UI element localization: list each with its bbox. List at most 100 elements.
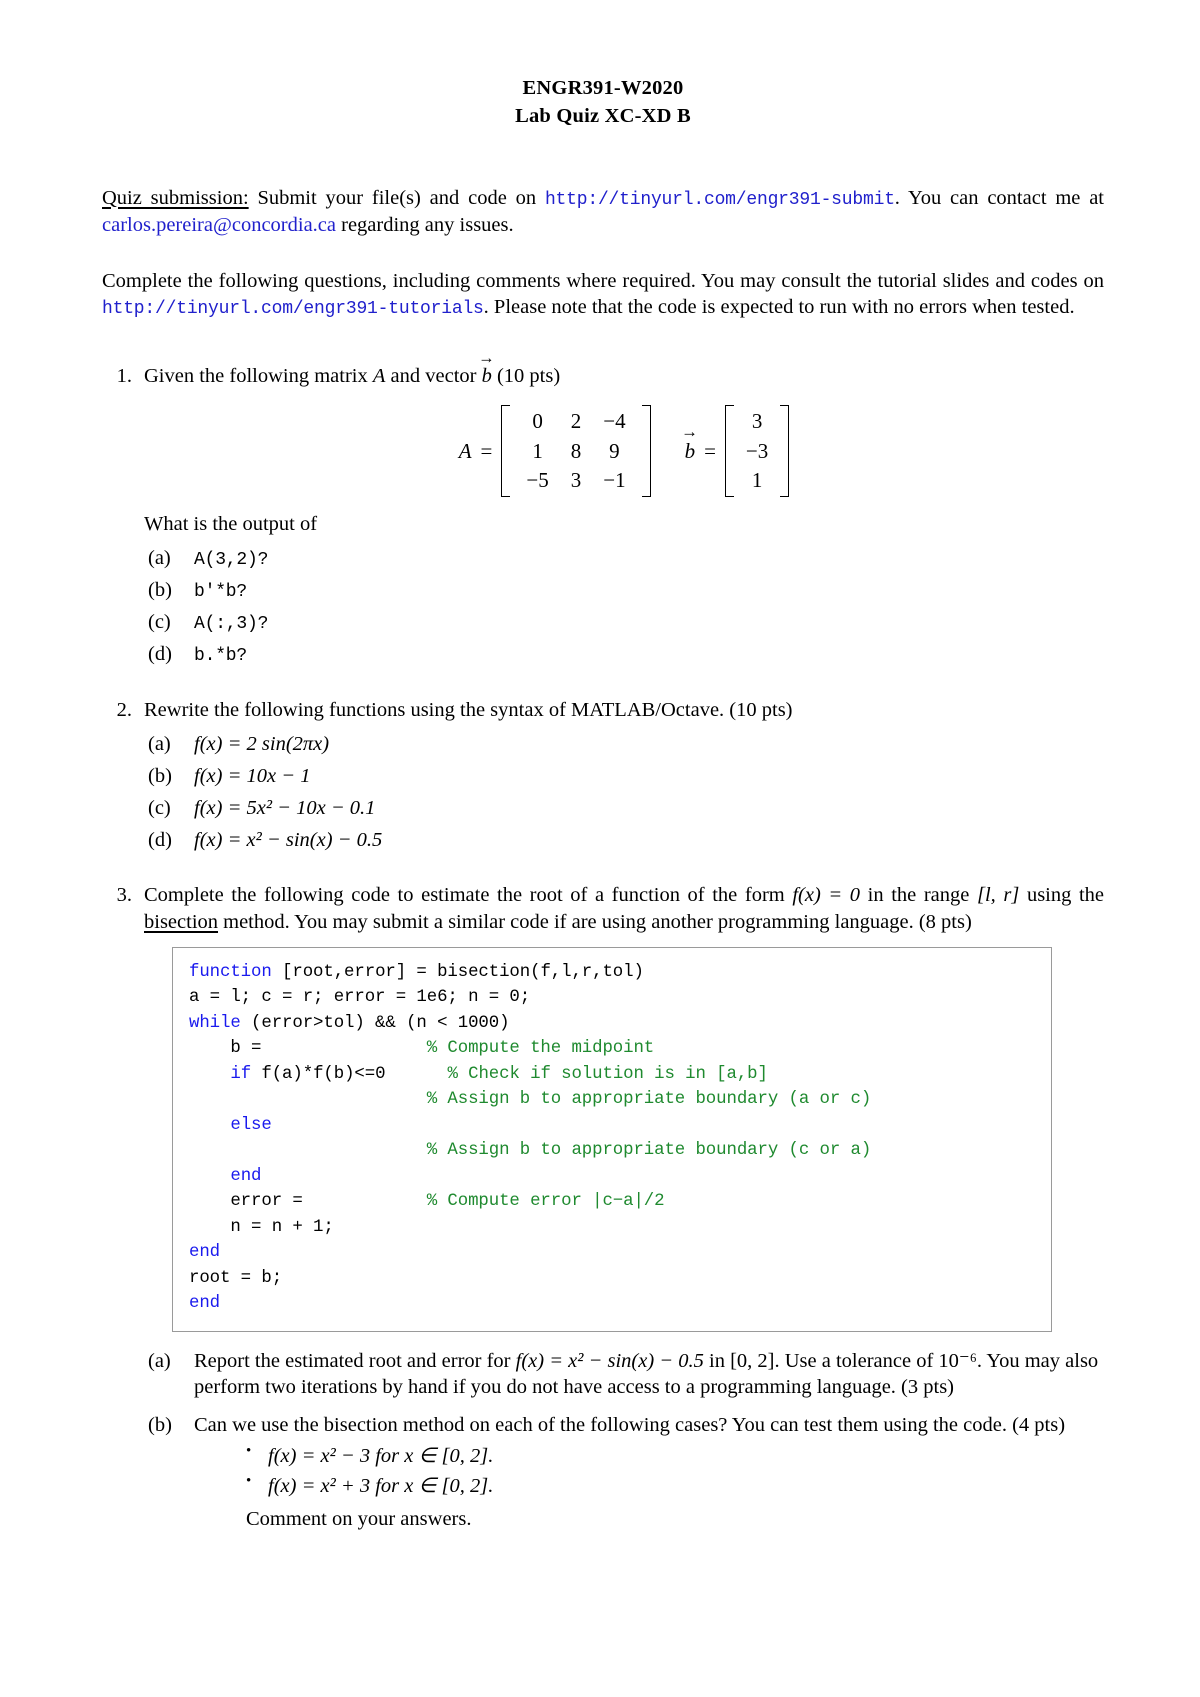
code-keyword-end-if: end <box>230 1166 262 1186</box>
quiz-name-line: Lab Quiz XC-XD B <box>515 105 691 128</box>
q2-item-c-formula: f(x) = 5x² − 10x − 0.1 <box>194 796 376 819</box>
q3-item-b: (b) Can we use the bisection method on e… <box>144 1412 1104 1532</box>
code-keyword-end-while: end <box>189 1243 221 1263</box>
matrix-cell: −5 <box>526 467 549 492</box>
instructor-email-link[interactable]: carlos.pereira@concordia.ca <box>102 214 336 236</box>
q3-equation-1: f(x) = 0 <box>792 884 861 907</box>
q1-item-d-code: b.*b? <box>194 646 248 667</box>
matrix-row: 0 2 −4 <box>515 407 636 436</box>
vector-b-symbol: b <box>482 363 492 389</box>
matrix-a-symbol: A <box>372 365 386 388</box>
q3-text-3: using the <box>1019 884 1105 907</box>
q3-text-2: in the range <box>860 884 977 907</box>
tutorials-url-link[interactable]: http://tinyurl.com/engr391-tutorials <box>102 299 484 319</box>
q2-item-b-formula: f(x) = 10x − 1 <box>194 765 311 788</box>
matrix-cell: 1 <box>532 438 543 463</box>
q1-item-c-letter: (c) <box>148 611 171 634</box>
instructions-text-1: Complete the following questions, includ… <box>102 269 1104 292</box>
q1-text-middle: and vector <box>385 365 482 388</box>
submission-paragraph: Quiz submission: Submit your file(s) and… <box>102 185 1104 238</box>
q3a-text-2: in [0, 2]. Use a tolerance of <box>703 1349 939 1372</box>
matrix-row: −3 <box>739 437 775 466</box>
matrix-cell: 3 <box>570 467 582 492</box>
vector-b-brackets: 3 −3 1 <box>724 405 790 498</box>
q1-item-b-code: b'*b? <box>194 582 248 603</box>
code-line-13: root = b; <box>189 1268 283 1288</box>
q3a-equation: f(x) = x² − sin(x) − 0.5 <box>515 1349 704 1372</box>
vector-b-label: b <box>685 438 696 465</box>
code-line-11: n = n + 1; <box>189 1217 334 1237</box>
matrix-a-equation: A = 0 2 −4 1 8 9 −5 3 −1 <box>459 405 651 498</box>
equals-sign: = <box>480 438 493 463</box>
question-1-statement: Given the following matrix A and vector … <box>144 363 1104 389</box>
code-comment-assign-ac: % Assign b to appropriate boundary (a or… <box>426 1090 872 1110</box>
matrix-cell: 9 <box>609 438 620 463</box>
code-line-3-rest: (error>tol) && (n < 1000) <box>240 1013 510 1033</box>
q1-item-a: (a) A(3,2)? <box>144 543 1104 575</box>
matrix-cell: 2 <box>570 409 582 434</box>
code-line-4: b = <box>189 1039 427 1059</box>
q3b-case-list: • f(x) = x² − 3 for x ∈ [0, 2]. • f(x) =… <box>194 1442 1104 1501</box>
code-comment-error: % Compute error |c−a|/2 <box>426 1192 665 1212</box>
q3b-case-1: • f(x) = x² − 3 for x ∈ [0, 2]. <box>194 1442 1104 1472</box>
code-comment-check: % Check if solution is in [a,b] <box>447 1064 768 1084</box>
q3-item-b-letter: (b) <box>148 1414 172 1437</box>
q3-text-4: method. You may submit a similar code if… <box>218 910 972 933</box>
matrix-cell: 3 <box>751 409 763 434</box>
q2-item-d-letter: (d) <box>148 828 172 851</box>
q2-item-c: (c) f(x) = 5x² − 10x − 0.1 <box>144 793 1104 825</box>
submission-text-2: . You can contact me at <box>894 186 1104 209</box>
document-title: ENGR391-W2020 Lab Quiz XC-XD B <box>102 74 1104 131</box>
q3b-case-2: • f(x) = x² + 3 for x ∈ [0, 2]. <box>194 1472 1104 1502</box>
q3b-case-1-formula: f(x) = x² − 3 for x ∈ [0, 2]. <box>268 1445 494 1468</box>
bullet-dot-icon: • <box>246 1473 252 1490</box>
code-line-5-indent <box>189 1065 230 1084</box>
matrix-cell: −3 <box>745 438 769 463</box>
q3-sub-list: (a) Report the estimated root and error … <box>144 1348 1104 1532</box>
instructions-paragraph: Complete the following questions, includ… <box>102 268 1104 321</box>
q1-item-a-letter: (a) <box>148 547 171 570</box>
q2-item-c-letter: (c) <box>148 796 171 819</box>
matrix-a-brackets: 0 2 −4 1 8 9 −5 3 −1 <box>501 405 651 498</box>
matrix-row: −5 3 −1 <box>515 466 636 495</box>
q3b-closing-text: Comment on your answers. <box>246 1507 472 1530</box>
matrix-cell: 1 <box>751 467 763 492</box>
matrix-row: 1 8 9 <box>515 437 636 466</box>
bisection-code-text: function [root,error] = bisection(f,l,r,… <box>189 960 1051 1317</box>
submit-url-link[interactable]: http://tinyurl.com/engr391-submit <box>545 190 895 210</box>
q1-item-d-letter: (d) <box>148 643 172 666</box>
q2-item-a-letter: (a) <box>148 733 171 756</box>
question-3-number: 3. <box>116 884 132 907</box>
q1-item-a-code: A(3,2)? <box>194 550 269 571</box>
q1-item-b-letter: (b) <box>148 579 172 602</box>
q2-item-d: (d) f(x) = x² − sin(x) − 0.5 <box>144 825 1104 857</box>
q2-item-b: (b) f(x) = 10x − 1 <box>144 761 1104 793</box>
vector-b-equation: b = 3 −3 1 <box>685 405 790 498</box>
question-1: 1. Given the following matrix A and vect… <box>102 363 1104 671</box>
question-2-number: 2. <box>116 699 132 722</box>
q1-item-c: (c) A(:,3)? <box>144 607 1104 639</box>
code-line-9-indent <box>189 1167 230 1186</box>
bullet-dot-icon: • <box>246 1443 252 1460</box>
bisection-code-block: function [root,error] = bisection(f,l,r,… <box>172 946 1052 1332</box>
matrix-row: 1 <box>739 466 775 495</box>
q1-sub-list: (a) A(3,2)? (b) b'*b? (c) A(:,3)? (d) b.… <box>144 543 1104 671</box>
code-keyword-while: while <box>189 1013 241 1033</box>
code-line-5-rest: f(a)*f(b)<=0 <box>251 1064 448 1084</box>
q1-item-b: (b) b'*b? <box>144 575 1104 607</box>
matrix-cell: −4 <box>603 409 626 434</box>
matrix-cell: −1 <box>603 467 626 492</box>
question-list: 1. Given the following matrix A and vect… <box>102 363 1104 1532</box>
code-line-2: a = l; c = r; error = 1e6; n = 0; <box>189 988 531 1008</box>
code-keyword-end-function: end <box>189 1294 221 1314</box>
matrix-a-table: 0 2 −4 1 8 9 −5 3 −1 <box>515 407 636 495</box>
code-keyword-function: function <box>189 962 272 982</box>
q3-item-a-letter: (a) <box>148 1349 171 1372</box>
q3-item-b-text: Can we use the bisection method on each … <box>194 1414 1066 1437</box>
question-3-statement: Complete the following code to estimate … <box>144 882 1104 934</box>
q3-item-a-text: Report the estimated root and error for … <box>194 1350 1098 1398</box>
code-keyword-if: if <box>230 1064 252 1084</box>
q2-item-a: (a) f(x) = 2 sin(2πx) <box>144 729 1104 761</box>
